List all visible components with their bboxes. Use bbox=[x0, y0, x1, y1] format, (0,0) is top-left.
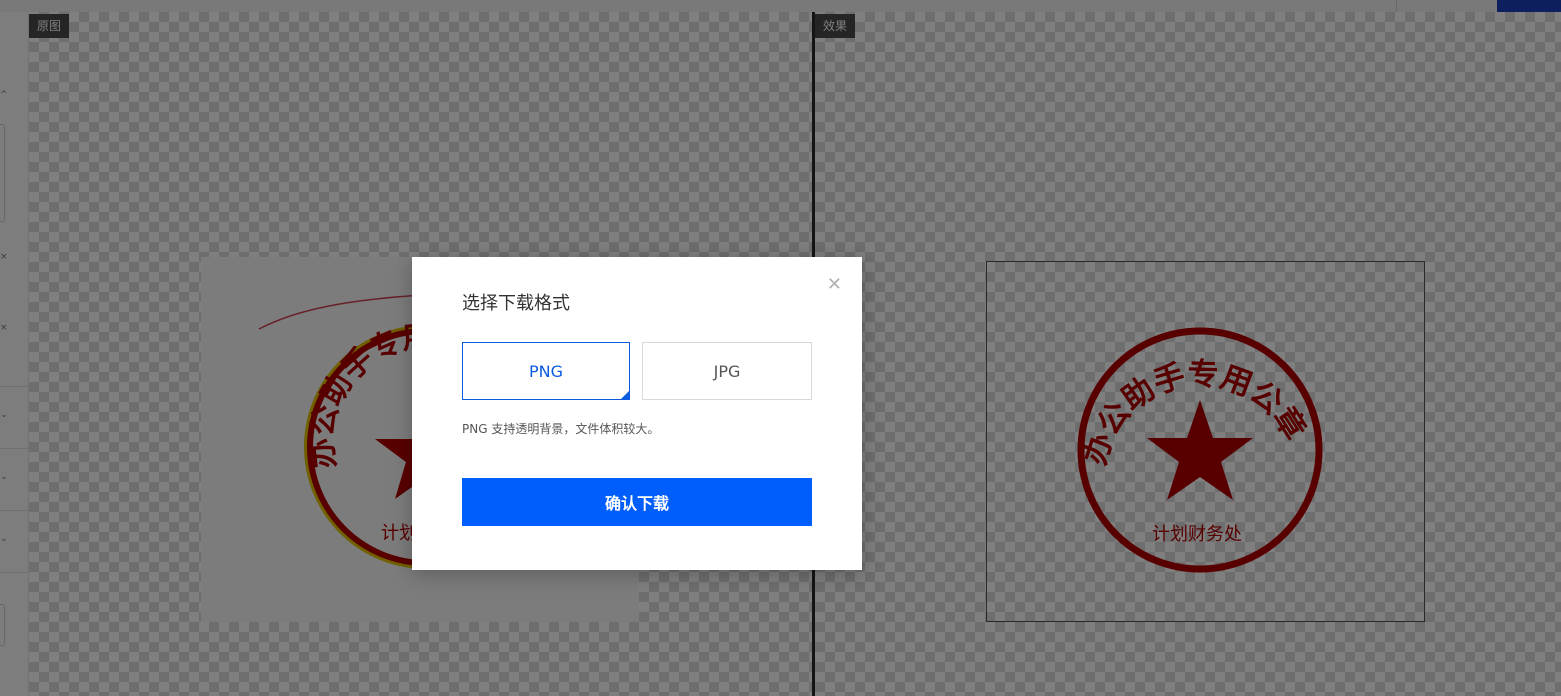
format-description: PNG 支持透明背景，文件体积较大。 bbox=[462, 422, 660, 436]
format-option-label: PNG bbox=[528, 361, 563, 381]
selected-corner-icon bbox=[621, 391, 629, 399]
close-icon[interactable]: ✕ bbox=[827, 275, 842, 295]
format-option-label: JPG bbox=[713, 361, 741, 381]
format-option-jpg[interactable]: JPG bbox=[642, 342, 812, 400]
confirm-download-button[interactable]: 确认下载 bbox=[462, 478, 812, 526]
dialog-title: 选择下载格式 bbox=[462, 293, 570, 314]
format-option-png[interactable]: PNG bbox=[462, 342, 630, 400]
download-format-dialog: 选择下载格式 ✕ PNG JPG PNG 支持透明背景，文件体积较大。 确认下载 bbox=[412, 257, 862, 570]
